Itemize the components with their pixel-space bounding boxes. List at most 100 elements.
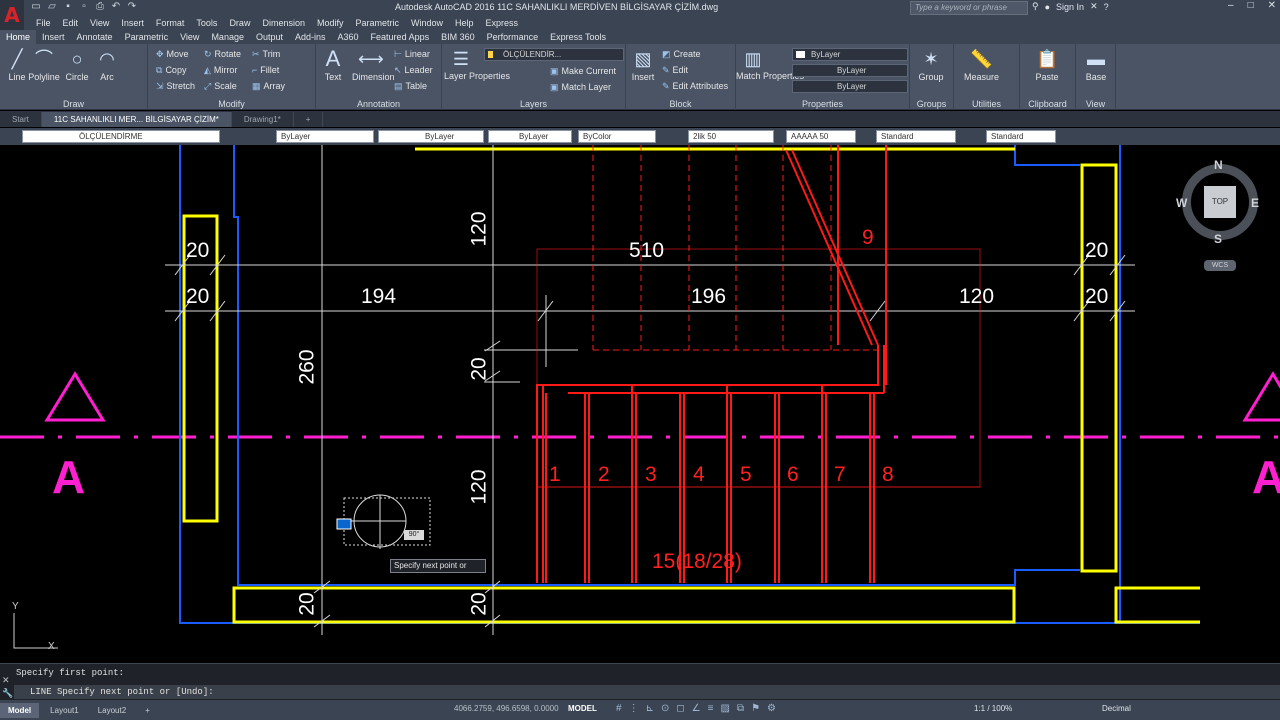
tab-featured-apps[interactable]: Featured Apps xyxy=(365,30,436,44)
stretch-button[interactable]: ⇲ Stretch xyxy=(156,81,195,92)
tab-bim360[interactable]: BIM 360 xyxy=(435,30,481,44)
dimstyle-control[interactable]: 2lik 50 xyxy=(688,130,774,143)
save-as-icon[interactable]: ▫ xyxy=(78,1,90,13)
properties-panel-title[interactable]: Properties xyxy=(736,99,909,109)
clipboard-panel-title[interactable]: Clipboard xyxy=(1020,99,1075,109)
measure-button[interactable]: 📏 Measure xyxy=(964,48,999,82)
match-properties-button[interactable]: ▥ Match Properties xyxy=(736,48,804,81)
user-icon[interactable]: ● xyxy=(1045,2,1050,12)
command-input[interactable]: LINE Specify next point or [Undo]: xyxy=(14,685,1280,699)
mleaderstyle-control[interactable]: Standard xyxy=(986,130,1056,143)
tablestyle-control[interactable]: Standard xyxy=(876,130,956,143)
menu-view[interactable]: View xyxy=(78,16,109,30)
annotation-visibility-icon[interactable]: ⚑ xyxy=(751,703,760,714)
mirror-button[interactable]: ◭ Mirror xyxy=(204,65,237,76)
autocad-logo-icon[interactable]: A xyxy=(0,0,24,30)
paste-button[interactable]: 📋 Paste xyxy=(1030,48,1064,82)
menu-parametric[interactable]: Parametric xyxy=(344,16,400,30)
lineweight-icon[interactable]: ≡ xyxy=(708,703,714,714)
save-icon[interactable]: ▪ xyxy=(62,1,74,13)
fillet-button[interactable]: ⌐ Fillet xyxy=(252,65,279,75)
linear-button[interactable]: ⊢ Linear xyxy=(394,49,430,60)
lineweight-dropdown[interactable]: ByLayer xyxy=(792,80,908,93)
trim-button[interactable]: ✂ Trim xyxy=(252,49,280,60)
annotation-panel-title[interactable]: Annotation xyxy=(316,99,441,109)
table-button[interactable]: ▤ Table xyxy=(394,81,427,92)
compass-east[interactable]: E xyxy=(1251,196,1259,210)
menu-window[interactable]: Window xyxy=(399,16,443,30)
binoculars-icon[interactable]: ⚲ xyxy=(1032,1,1039,12)
compass-south[interactable]: S xyxy=(1214,232,1222,246)
color-control[interactable]: ByLayer xyxy=(276,130,374,143)
search-input[interactable]: Type a keyword or phrase xyxy=(910,1,1028,15)
add-layout-button[interactable]: + xyxy=(137,703,158,718)
tab-output[interactable]: Output xyxy=(250,30,289,44)
menu-help[interactable]: Help xyxy=(443,16,474,30)
menu-file[interactable]: File xyxy=(24,16,51,30)
sign-in-link[interactable]: Sign In xyxy=(1056,2,1084,12)
transparency-icon[interactable]: ▨ xyxy=(720,703,729,714)
grid-icon[interactable]: # xyxy=(616,703,622,714)
base-view-button[interactable]: ▬ Base xyxy=(1079,48,1113,82)
menu-express[interactable]: Express xyxy=(474,16,519,30)
menu-dimension[interactable]: Dimension xyxy=(250,16,305,30)
open-file-icon[interactable]: ▱ xyxy=(46,1,58,13)
new-tab-button[interactable]: + xyxy=(294,112,324,127)
tab-manage[interactable]: Manage xyxy=(205,30,250,44)
polar-icon[interactable]: ⊙ xyxy=(661,703,669,714)
help-icon[interactable]: ? xyxy=(1104,2,1109,12)
tab-a360[interactable]: A360 xyxy=(332,30,365,44)
rotate-button[interactable]: ↻ Rotate xyxy=(204,49,241,60)
osnap-icon[interactable]: ◻ xyxy=(676,703,684,714)
maximize-icon[interactable]: □ xyxy=(1248,0,1254,11)
view-panel-title[interactable]: View xyxy=(1076,99,1115,109)
tab-annotate[interactable]: Annotate xyxy=(71,30,119,44)
layer-properties-button[interactable]: ☰ Layer Properties xyxy=(444,48,510,81)
tab-parametric[interactable]: Parametric xyxy=(119,30,175,44)
draw-panel-title[interactable]: Draw xyxy=(0,99,147,109)
lineweight-control[interactable]: ByLayer xyxy=(488,130,572,143)
command-close-icon[interactable]: ✕ 🔧 xyxy=(2,674,13,700)
compass-west[interactable]: W xyxy=(1176,196,1187,210)
edit-block-button[interactable]: ✎ Edit xyxy=(662,65,688,76)
units-selector[interactable]: Decimal xyxy=(1102,704,1131,713)
menu-insert[interactable]: Insert xyxy=(109,16,144,30)
tab-layout2[interactable]: Layout2 xyxy=(90,703,134,718)
dimension-button[interactable]: ⟷ Dimension xyxy=(352,48,395,82)
undo-icon[interactable]: ↶ xyxy=(110,1,122,13)
match-layer-button[interactable]: ▣ Match Layer xyxy=(550,82,611,93)
tab-start[interactable]: Start xyxy=(0,112,42,127)
make-current-button[interactable]: ▣ Make Current xyxy=(550,66,616,77)
tab-home[interactable]: Home xyxy=(0,30,37,44)
create-block-button[interactable]: ◩ Create xyxy=(662,49,701,60)
selection-cycling-icon[interactable]: ⧉ xyxy=(737,703,744,714)
tab-insert[interactable]: Insert xyxy=(36,30,71,44)
array-button[interactable]: ▦ Array xyxy=(252,81,285,92)
exchange-icon[interactable]: ✕ xyxy=(1090,1,1098,12)
ortho-icon[interactable]: ⊾ xyxy=(646,703,654,714)
move-button[interactable]: ✥ Move xyxy=(156,49,189,60)
new-file-icon[interactable]: ▭ xyxy=(30,1,42,13)
text-button[interactable]: A Text xyxy=(316,48,350,83)
plotstyle-control[interactable]: ByColor xyxy=(578,130,656,143)
layer-control[interactable]: ÖLÇÜLENDİRME xyxy=(22,130,220,143)
tab-express-tools[interactable]: Express Tools xyxy=(544,30,612,44)
linetype-dropdown[interactable]: ByLayer xyxy=(792,64,908,77)
model-space-toggle[interactable]: MODEL xyxy=(568,704,597,713)
group-button[interactable]: ✶ Group xyxy=(914,48,948,82)
annotation-scale[interactable]: 1:1 / 100% xyxy=(974,704,1012,713)
menu-draw[interactable]: Draw xyxy=(217,16,250,30)
workspace-icon[interactable]: ⚙ xyxy=(767,703,776,714)
tab-model[interactable]: Model xyxy=(0,703,40,718)
edit-attributes-button[interactable]: ✎ Edit Attributes xyxy=(662,81,728,92)
print-icon[interactable]: ⎙ xyxy=(94,1,106,13)
menu-format[interactable]: Format xyxy=(144,16,185,30)
layers-panel-title[interactable]: Layers xyxy=(442,99,625,109)
tab-view[interactable]: View xyxy=(174,30,205,44)
layer-dropdown[interactable]: ÖLÇÜLENDİR... xyxy=(484,48,624,61)
tab-drawing1[interactable]: Drawing1* xyxy=(232,112,294,127)
tab-current-drawing[interactable]: 11C SAHANLIKLI MER... BİLGİSAYAR ÇİZİM* xyxy=(41,112,232,127)
copy-button[interactable]: ⧉ Copy xyxy=(156,65,186,76)
groups-panel-title[interactable]: Groups xyxy=(910,99,953,109)
block-panel-title[interactable]: Block xyxy=(626,99,735,109)
